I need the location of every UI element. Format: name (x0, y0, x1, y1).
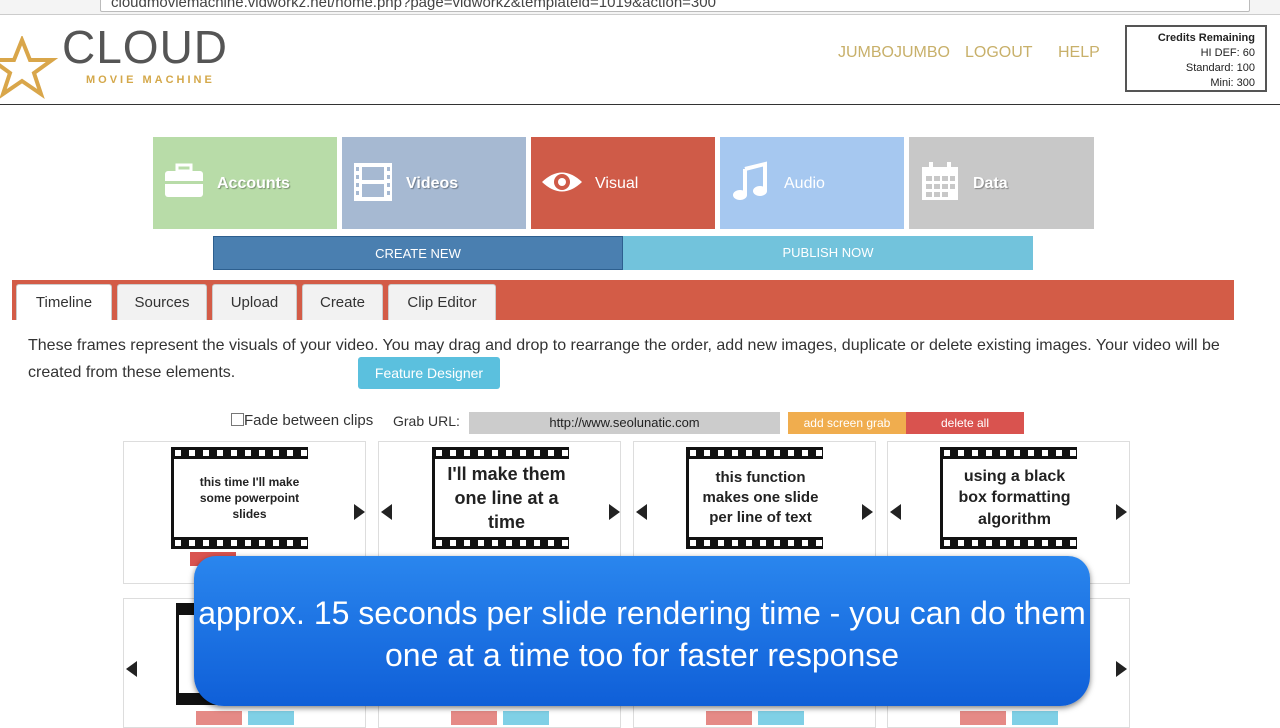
frame-duplicate-button[interactable] (1012, 711, 1058, 725)
prev-arrow-icon[interactable] (890, 504, 901, 520)
tab-timeline[interactable]: Timeline (16, 284, 112, 320)
star-logo-icon (0, 36, 59, 100)
credits-hidef: HI DEF: 60 (1200, 47, 1255, 59)
tab-sources[interactable]: Sources (117, 284, 207, 320)
tile-videos[interactable]: Videos (342, 137, 526, 229)
frame-text: I'll make them one line at a time (435, 459, 578, 537)
next-arrow-icon[interactable] (354, 504, 365, 520)
film-sprockets (686, 447, 823, 459)
timeline-description: These frames represent the visuals of yo… (28, 337, 1220, 381)
frame-delete-button[interactable] (706, 711, 752, 725)
fade-checkbox[interactable] (231, 413, 244, 426)
grab-url-input[interactable]: http://www.seolunatic.com (469, 412, 780, 434)
frame-text: this function makes one slide per line o… (689, 459, 832, 537)
frame-text: using a black box formatting algorithm (943, 459, 1086, 537)
film-sprockets (171, 537, 308, 549)
help-link[interactable]: HELP (1058, 44, 1100, 62)
fade-label: Fade between clips (244, 412, 374, 429)
credits-box: Credits Remaining HI DEF: 60 Standard: 1… (1125, 25, 1267, 92)
film-sprockets (432, 537, 569, 549)
briefcase-icon (165, 163, 203, 197)
next-arrow-icon[interactable] (862, 504, 873, 520)
frame-duplicate-button[interactable] (248, 711, 294, 725)
tile-label: Visual (595, 175, 639, 192)
frame-duplicate-button[interactable] (758, 711, 804, 725)
frame-text: this time I'll make some powerpoint slid… (174, 459, 325, 537)
film-frame[interactable]: this time I'll make some powerpoint slid… (171, 447, 325, 549)
tile-accounts[interactable]: Accounts (153, 137, 337, 229)
user-link[interactable]: JUMBOJUMBO (838, 44, 950, 62)
tile-label: Audio (784, 175, 825, 192)
film-frame[interactable]: using a black box formatting algorithm (940, 447, 1086, 549)
grab-url-label: Grab URL: (393, 413, 460, 429)
tile-audio[interactable]: Audio (720, 137, 904, 229)
film-icon (354, 163, 392, 201)
tile-visual[interactable]: Visual (531, 137, 715, 229)
eye-icon (542, 172, 582, 192)
film-frame[interactable]: this function makes one slide per line o… (686, 447, 832, 549)
next-arrow-icon[interactable] (1116, 661, 1127, 677)
film-sprockets (940, 447, 1077, 459)
film-sprockets (940, 537, 1077, 549)
tab-upload[interactable]: Upload (212, 284, 297, 320)
calendar-icon (922, 162, 958, 200)
tile-label: Accounts (217, 175, 290, 192)
browser-address-bar[interactable]: cloudmoviemachine.vidworkz.net/home.php?… (0, 0, 1280, 15)
prev-arrow-icon[interactable] (381, 504, 392, 520)
film-sprockets (432, 447, 569, 459)
tile-label: Data (973, 175, 1008, 192)
credits-title: Credits Remaining (1157, 32, 1255, 44)
tab-create[interactable]: Create (302, 284, 383, 320)
feature-designer-button[interactable]: Feature Designer (358, 357, 500, 389)
frame-duplicate-button[interactable] (503, 711, 549, 725)
delete-all-button[interactable]: delete all (906, 412, 1024, 434)
tile-label: Videos (406, 175, 459, 192)
caption-overlay: approx. 15 seconds per slide rendering t… (194, 556, 1090, 706)
next-arrow-icon[interactable] (1116, 504, 1127, 520)
tab-clip-editor[interactable]: Clip Editor (388, 284, 496, 320)
url-field[interactable]: cloudmoviemachine.vidworkz.net/home.php?… (100, 0, 1250, 12)
film-frame[interactable]: I'll make them one line at a time (432, 447, 578, 549)
credits-standard: Standard: 100 (1185, 62, 1255, 74)
music-note-icon (733, 161, 767, 200)
next-arrow-icon[interactable] (609, 504, 620, 520)
logo-name[interactable]: CLOUD (62, 24, 228, 70)
frame-delete-button[interactable] (451, 711, 497, 725)
film-sprockets (171, 447, 308, 459)
tile-data[interactable]: Data (909, 137, 1094, 229)
film-sprockets (686, 537, 823, 549)
credits-mini: Mini: 300 (1210, 77, 1255, 89)
create-new-button[interactable]: CREATE NEW (213, 236, 623, 270)
prev-arrow-icon[interactable] (126, 661, 137, 677)
prev-arrow-icon[interactable] (636, 504, 647, 520)
logo-tagline: MOVIE MACHINE (86, 74, 215, 86)
publish-now-button[interactable]: PUBLISH NOW (623, 236, 1033, 270)
logout-link[interactable]: LOGOUT (965, 44, 1033, 62)
frame-delete-button[interactable] (196, 711, 242, 725)
frame-delete-button[interactable] (960, 711, 1006, 725)
add-screen-grab-button[interactable]: add screen grab (788, 412, 906, 434)
